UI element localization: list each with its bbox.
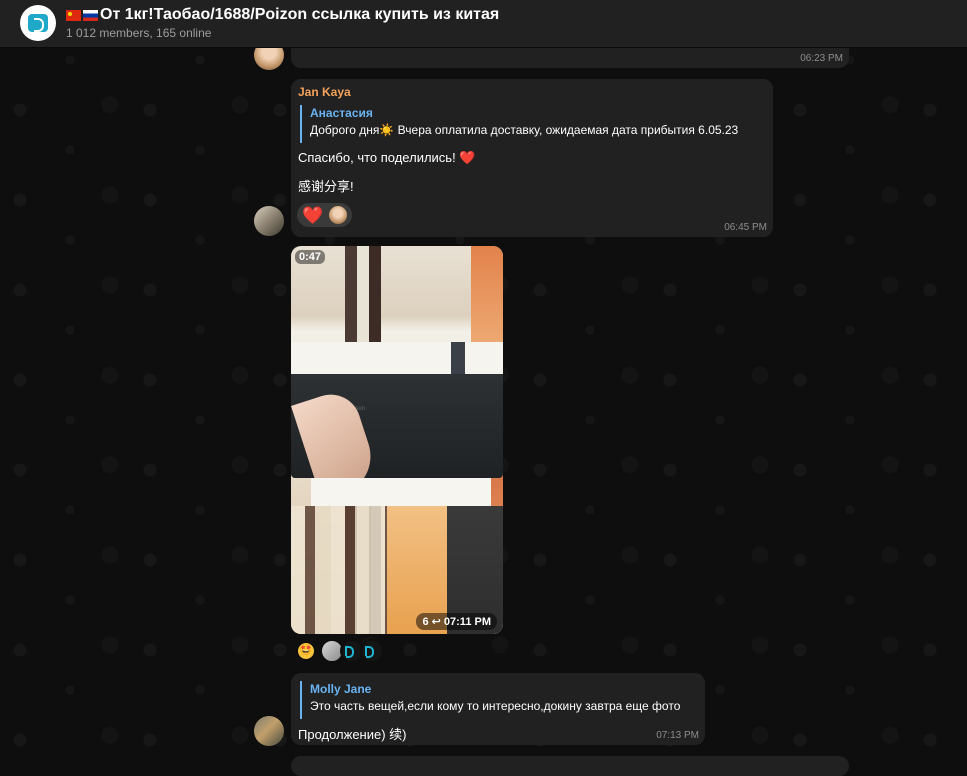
- message-text-line: Продолжение) 续): [298, 727, 407, 742]
- heart-reaction-icon[interactable]: ❤️: [302, 207, 323, 224]
- group-avatar[interactable]: [20, 5, 56, 41]
- brand-logo-icon: [28, 14, 48, 32]
- message-text-line: Спасибо, что поделились! ❤️: [298, 150, 476, 165]
- chat-header[interactable]: От 1кг!Таобао/1688/Poizon ссылка купить …: [0, 0, 967, 48]
- message-bubble[interactable]: Jan Kaya Анастасия Доброго дня☀️ Вчера о…: [291, 79, 773, 237]
- message-bubble[interactable]: Molly Jane Это часть вещей,если кому то …: [291, 673, 705, 745]
- reply-quote[interactable]: Molly Jane Это часть вещей,если кому то …: [300, 681, 680, 719]
- brand-logo-icon: [360, 639, 384, 663]
- avatar[interactable]: [254, 206, 284, 236]
- china-flag-icon: [66, 9, 81, 21]
- star-struck-reaction-icon[interactable]: 🤩: [298, 643, 314, 659]
- video-meta: 6 ↩ 07:11 PM: [416, 613, 497, 630]
- avatar[interactable]: [254, 716, 284, 746]
- reactor-avatar: [329, 206, 348, 224]
- message-time: 07:11 PM: [443, 616, 491, 628]
- message-bubble[interactable]: [291, 756, 849, 776]
- reply-text: Это часть вещей,если кому то интересно,д…: [310, 699, 681, 713]
- video-frame-detail: [311, 478, 491, 506]
- video-message[interactable]: dyson 0:47 6 ↩ 07:11 PM: [291, 246, 503, 634]
- video-duration: 0:47: [295, 250, 326, 264]
- reply-text: Доброго дня☀️ Вчера оплатила доставку, о…: [310, 123, 739, 137]
- russia-flag-icon: [83, 9, 98, 21]
- video-frame-detail: [291, 342, 503, 374]
- message-text-line: 感谢分享!: [298, 179, 354, 194]
- forward-count: 6: [422, 616, 429, 628]
- reactions-bar[interactable]: ❤️: [297, 203, 353, 227]
- message-time: 07:13 PM: [656, 730, 699, 741]
- reactions-bar[interactable]: 🤩: [298, 639, 384, 663]
- reactor-avatars: [320, 639, 384, 663]
- reply-author: Анастасия: [310, 106, 373, 120]
- chat-title[interactable]: От 1кг!Таобао/1688/Poizon ссылка купить …: [66, 6, 499, 24]
- message-time: 06:45 PM: [724, 222, 767, 233]
- chat-members-status: 1 012 members, 165 online: [66, 26, 212, 40]
- reply-quote[interactable]: Анастасия Доброго дня☀️ Вчера оплатила д…: [300, 105, 738, 143]
- message-time: 06:23 PM: [800, 53, 843, 64]
- sender-name[interactable]: Jan Kaya: [298, 85, 351, 99]
- reply-author: Molly Jane: [310, 682, 372, 696]
- chat-title-text: От 1кг!Таобао/1688/Poizon ссылка купить …: [100, 6, 500, 23]
- forward-icon: ↩: [431, 616, 441, 628]
